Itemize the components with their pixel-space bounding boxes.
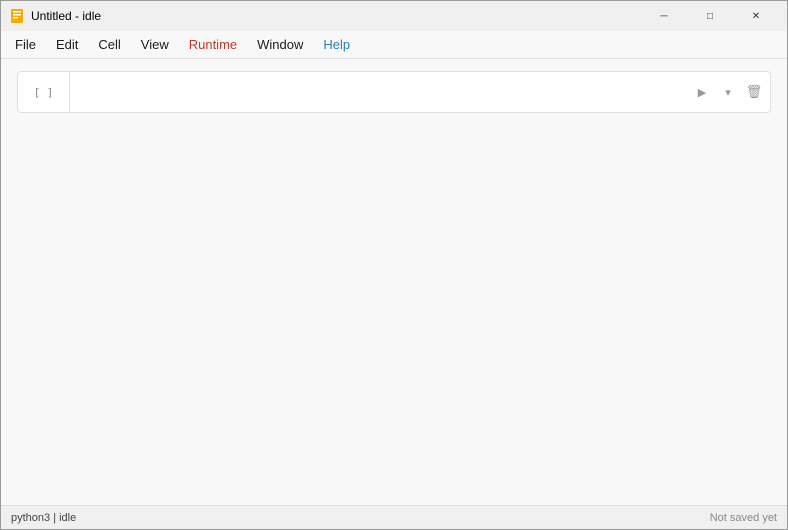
- menu-edit[interactable]: Edit: [46, 33, 88, 56]
- menu-file[interactable]: File: [5, 33, 46, 56]
- app-icon: [9, 8, 25, 24]
- main-content: [ ] ▶ ▾ 🗑: [1, 59, 787, 505]
- window-controls: ─ □ ✕: [641, 1, 779, 31]
- status-bar: python3 | idle Not saved yet: [1, 505, 787, 529]
- menu-help[interactable]: Help: [313, 33, 360, 56]
- menu-view[interactable]: View: [131, 33, 179, 56]
- close-button[interactable]: ✕: [733, 1, 779, 31]
- menu-window[interactable]: Window: [247, 33, 313, 56]
- cell-actions: ▶ ▾ 🗑: [686, 72, 770, 112]
- status-right: Not saved yet: [710, 512, 777, 524]
- delete-cell-button[interactable]: 🗑: [742, 80, 766, 104]
- chevron-down-icon: ▾: [725, 86, 731, 99]
- title-left: Untitled - idle: [9, 8, 101, 24]
- cell-menu-button[interactable]: ▾: [716, 80, 740, 104]
- cell-gutter: [ ]: [18, 72, 70, 112]
- cell-input[interactable]: [70, 72, 686, 112]
- delete-icon: 🗑: [746, 84, 763, 100]
- title-bar: Untitled - idle ─ □ ✕: [1, 1, 787, 31]
- menu-runtime[interactable]: Runtime: [179, 33, 247, 56]
- maximize-button[interactable]: □: [687, 1, 733, 31]
- run-icon: ▶: [698, 86, 706, 99]
- menu-bar: File Edit Cell View Runtime Window Help: [1, 31, 787, 59]
- title-text: Untitled - idle: [31, 9, 101, 23]
- menu-cell[interactable]: Cell: [88, 33, 130, 56]
- run-cell-button[interactable]: ▶: [690, 80, 714, 104]
- status-left: python3 | idle: [11, 512, 76, 524]
- minimize-button[interactable]: ─: [641, 1, 687, 31]
- cell-container: [ ] ▶ ▾ 🗑: [17, 71, 771, 113]
